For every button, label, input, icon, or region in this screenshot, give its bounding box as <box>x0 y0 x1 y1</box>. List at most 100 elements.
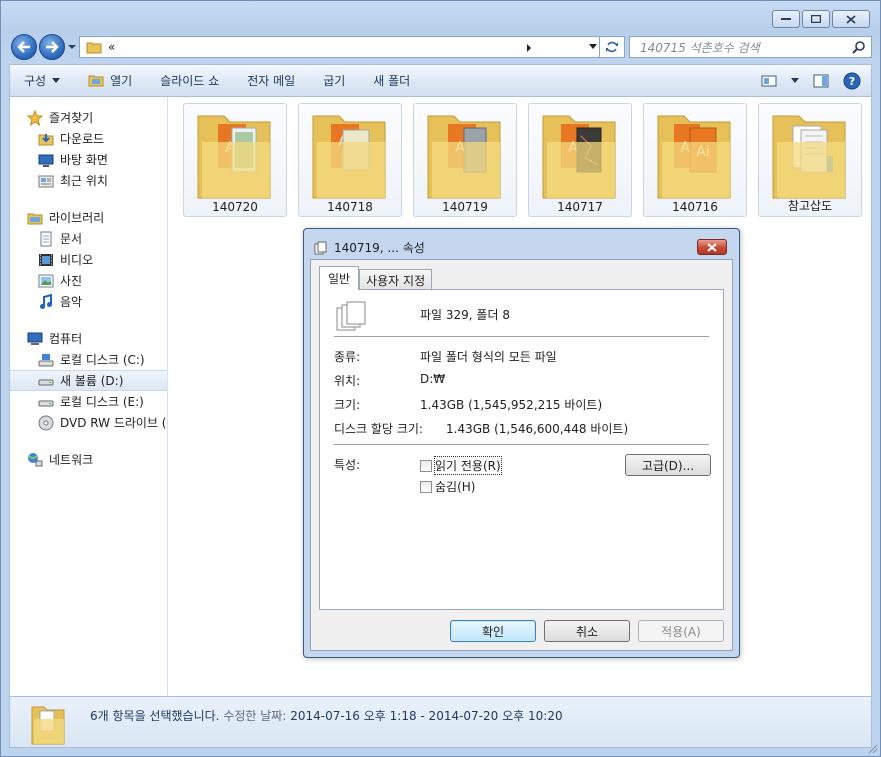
size-value: 1.43GB (1,545,952,215 바이트) <box>420 398 603 412</box>
nav-item-label: 다운로드 <box>60 132 105 146</box>
disk-size-label: 디스크 할당 크기: <box>334 422 423 436</box>
nav-item-label: 사진 <box>60 274 83 288</box>
network-icon <box>27 452 43 468</box>
nav-item-drive-e[interactable]: 로컬 디스크 (E:) <box>10 391 167 412</box>
favorites-group: 즐겨찾기 다운로드 바탕 화면 최근 위치 <box>10 107 167 191</box>
dvd-drive-icon <box>38 415 54 431</box>
selection-count: 6개 항목을 선택했습니다. <box>90 709 220 723</box>
breadcrumb-overflow[interactable]: « <box>108 40 115 54</box>
dialog-close-button[interactable] <box>697 239 727 255</box>
nav-item-label: 새 볼륨 (D:) <box>60 374 124 388</box>
help-icon[interactable]: ? <box>843 72 861 90</box>
location-label: 위치: <box>334 374 361 388</box>
slideshow-label: 슬라이드 쇼 <box>160 74 220 88</box>
folder-with-ai-files-icon: Ai Ai <box>657 115 731 199</box>
folder-tile[interactable]: Ai 140717 <box>528 103 632 217</box>
nav-item-dvd[interactable]: DVD RW 드라이브 ( <box>10 412 167 433</box>
status-text: 6개 항목을 선택했습니다. 수정한 날짜: 2014-07-16 오후 1:1… <box>90 707 563 724</box>
nav-item-documents[interactable]: 문서 <box>10 228 167 249</box>
recent-pages-chevron-icon[interactable] <box>67 42 77 52</box>
dialog-title-bar: 140719, ... 속성 <box>314 239 425 256</box>
minimize-button[interactable] <box>772 10 800 28</box>
folder-tile[interactable]: 참고삽도 <box>758 103 862 217</box>
drive-e-icon <box>38 394 54 410</box>
checkbox-box[interactable] <box>420 459 432 472</box>
organize-menu[interactable]: 구성 <box>10 65 74 96</box>
new-folder-button[interactable]: 새 폴더 <box>359 65 424 96</box>
search-input[interactable]: 140715 석촌호수 검색 <box>629 36 872 58</box>
drive-d-icon <box>38 373 54 389</box>
size-label: 크기: <box>334 398 361 412</box>
slideshow-button[interactable]: 슬라이드 쇼 <box>146 65 233 96</box>
desktop-icon <box>38 152 54 168</box>
arrow-right-icon <box>46 41 59 53</box>
preview-pane-icon[interactable] <box>813 74 829 88</box>
nav-item-desktop[interactable]: 바탕 화면 <box>10 149 167 170</box>
folder-with-ai-files-icon: Ai <box>197 115 271 199</box>
recent-places-icon <box>38 173 54 189</box>
refresh-button[interactable] <box>599 36 625 58</box>
nav-network-label: 네트워크 <box>49 453 94 467</box>
maximize-button[interactable] <box>802 10 830 28</box>
checkbox-box[interactable] <box>420 480 432 493</box>
download-folder-icon <box>38 131 54 147</box>
address-bar[interactable]: « <box>79 36 604 58</box>
open-button[interactable]: 열기 <box>74 65 146 96</box>
folder-with-documents-icon <box>772 115 846 199</box>
music-icon <box>38 293 54 310</box>
folder-tile[interactable]: Ai Ai 140716 <box>643 103 747 217</box>
folder-tile[interactable]: Ai 140719 <box>413 103 517 217</box>
view-options-icon[interactable] <box>761 74 777 88</box>
cancel-button[interactable]: 취소 <box>544 620 630 642</box>
folder-name: 140717 <box>557 200 603 214</box>
nav-item-drive-c[interactable]: 로컬 디스크 (C:) <box>10 349 167 370</box>
apply-button[interactable]: 적용(A) <box>638 620 724 642</box>
forward-button[interactable] <box>39 34 65 60</box>
tab-general[interactable]: 일반 <box>319 266 360 290</box>
libraries-group: 라이브러리 문서 비디오 사진 음악 <box>10 207 167 312</box>
folder-with-ai-files-icon: Ai <box>427 115 501 199</box>
drive-c-icon <box>38 352 54 368</box>
type-value: 파일 폴더 형식의 모든 파일 <box>420 350 557 364</box>
documents-stack-icon <box>314 241 327 254</box>
nav-favorites[interactable]: 즐겨찾기 <box>10 107 167 128</box>
close-button[interactable] <box>832 10 870 28</box>
search-icon[interactable] <box>852 40 866 54</box>
properties-dialog: 140719, ... 속성 일반 사용자 지정 파일 329, 폴더 8 종류… <box>303 228 740 658</box>
file-list: Ai 140720 Ai 140718 Ai <box>183 103 871 219</box>
hidden-checkbox[interactable]: 숨김(H) <box>420 478 475 495</box>
hidden-label: 숨김(H) <box>435 480 476 494</box>
ok-button[interactable]: 확인 <box>450 620 536 642</box>
nav-item-label: 문서 <box>60 232 83 246</box>
nav-item-music[interactable]: 음악 <box>10 291 167 312</box>
nav-network[interactable]: 네트워크 <box>10 449 167 470</box>
advanced-button[interactable]: 고급(D)... <box>625 454 711 476</box>
file-count-summary: 파일 329, 폴더 8 <box>420 308 510 322</box>
close-icon <box>846 14 856 24</box>
resize-grip-icon[interactable] <box>868 744 878 754</box>
breadcrumb-chevron-icon[interactable] <box>526 43 532 53</box>
burn-button[interactable]: 굽기 <box>309 65 359 96</box>
videos-icon <box>38 252 54 268</box>
open-label: 열기 <box>110 74 133 88</box>
folder-tile[interactable]: Ai 140718 <box>298 103 402 217</box>
folder-name: 140716 <box>672 200 718 214</box>
maximize-icon <box>811 15 821 23</box>
computer-group: 컴퓨터 로컬 디스크 (C:) 새 볼륨 (D:) 로컬 디스크 (E:) DV… <box>10 328 167 433</box>
nav-computer[interactable]: 컴퓨터 <box>10 328 167 349</box>
view-dropdown-icon[interactable] <box>791 77 799 84</box>
tab-customize[interactable]: 사용자 지정 <box>359 269 433 290</box>
nav-item-recent[interactable]: 최근 위치 <box>10 170 167 191</box>
nav-item-videos[interactable]: 비디오 <box>10 249 167 270</box>
readonly-label: 읽기 전용(R) <box>434 456 502 475</box>
nav-libraries[interactable]: 라이브러리 <box>10 207 167 228</box>
nav-item-pictures[interactable]: 사진 <box>10 270 167 291</box>
readonly-checkbox[interactable]: 읽기 전용(R) <box>420 456 502 475</box>
back-button[interactable] <box>11 34 37 60</box>
email-button[interactable]: 전자 메일 <box>233 65 309 96</box>
nav-computer-label: 컴퓨터 <box>49 332 83 346</box>
nav-item-drive-d[interactable]: 새 볼륨 (D:) <box>10 370 167 391</box>
nav-item-downloads[interactable]: 다운로드 <box>10 128 167 149</box>
folder-tile[interactable]: Ai 140720 <box>183 103 287 217</box>
address-dropdown-icon[interactable] <box>588 43 598 51</box>
